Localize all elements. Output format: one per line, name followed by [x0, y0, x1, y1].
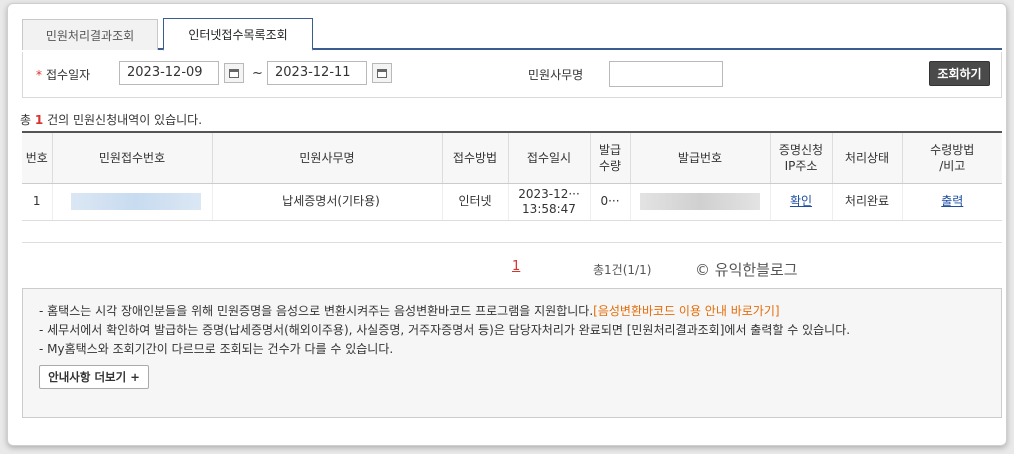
cell-method: 인터넷 [441, 183, 508, 221]
cell-status: 처리완료 [831, 183, 902, 221]
cell-ip: 확인 [769, 183, 832, 221]
header-receipt-no: 민원접수번호 [51, 131, 212, 184]
table-header-row: 번호 민원접수번호 민원사무명 접수방법 접수일시 발급 수량 발급번호 증명신청… [22, 131, 1002, 184]
divider [22, 242, 1002, 243]
header-service: 민원사무명 [211, 131, 442, 184]
notice-line-3: - My홈택스와 조회기간이 다르므로 조회되는 건수가 다를 수 있습니다. [39, 342, 394, 356]
calendar-to-icon[interactable] [372, 63, 392, 83]
header-status: 처리상태 [831, 131, 902, 184]
count-suffix: 건의 민원신청내역이 있습니다. [47, 113, 203, 127]
cell-receipt-no [51, 183, 212, 221]
cell-qty: 0··· [589, 183, 630, 221]
search-form: * 접수일자 2023-12-09 ~ 2023-12-11 민원사무명 조회하… [22, 52, 1002, 98]
query-button[interactable]: 조회하기 [929, 61, 990, 86]
tab-bar: 민원처리결과조회 인터넷접수목록조회 [22, 14, 1002, 51]
notice-line-2: - 세무서에서 확인하여 발급하는 증명(납세증명서(해외이주용), 사실증명,… [39, 323, 851, 337]
header-issue-no: 발급번호 [629, 131, 770, 184]
required-mark: * [36, 68, 42, 82]
count-prefix: 총 [20, 113, 32, 127]
date-label: 접수일자 [46, 68, 91, 82]
date-to-input[interactable]: 2023-12-11 [267, 61, 367, 85]
date-from-input[interactable]: 2023-12-09 [119, 61, 219, 85]
cell-no: 1 [22, 183, 52, 221]
print-link[interactable]: 출력 [941, 194, 963, 208]
table-row: 1 납세증명서(기타용) 인터넷 2023-12··· 13:58:47 0···… [22, 183, 1002, 221]
header-receive: 수령방법/비고 [901, 131, 1002, 184]
cell-service: 납세증명서(기타용) [211, 183, 442, 221]
more-notice-button[interactable]: 안내사항 더보기 + [39, 365, 149, 389]
service-name-input[interactable] [609, 61, 723, 87]
redacted-receipt-no [71, 193, 201, 210]
receipt-table: 번호 민원접수번호 민원사무명 접수방법 접수일시 발급 수량 발급번호 증명신청… [22, 131, 1002, 221]
watermark: © 유익한블로그 [695, 261, 798, 279]
header-qty: 발급 수량 [589, 131, 630, 184]
header-method: 접수방법 [441, 131, 508, 184]
service-name-label: 민원사무명 [528, 68, 584, 82]
cell-issue-no [629, 183, 770, 221]
cell-receive: 출력 [901, 183, 1002, 221]
page-info: 총1건(1/1) [593, 263, 652, 277]
tab-internet-receipt-list[interactable]: 인터넷접수목록조회 [163, 18, 313, 51]
notice-box: - 홈택스는 시각 장애인분들을 위해 민원증명을 음성으로 변환시켜주는 음성… [22, 288, 1002, 418]
barcode-guide-link[interactable]: [음성변환바코드 이용 안내 바로가기] [593, 304, 779, 318]
ip-confirm-link[interactable]: 확인 [790, 194, 812, 208]
tab-result-inquiry[interactable]: 민원처리결과조회 [22, 19, 158, 50]
header-ip: 증명신청 IP주소 [769, 131, 832, 184]
header-no: 번호 [22, 131, 52, 184]
count-number: 1 [34, 113, 44, 127]
header-datetime: 접수일시 [507, 131, 590, 184]
result-count: 총 1 건의 민원신청내역이 있습니다. [20, 111, 202, 128]
page-link-1[interactable]: 1 [512, 259, 520, 274]
main-panel: 민원처리결과조회 인터넷접수목록조회 * 접수일자 2023-12-09 ~ 2… [7, 3, 1007, 446]
calendar-from-icon[interactable] [224, 63, 244, 83]
notice-line-1: - 홈택스는 시각 장애인분들을 위해 민원증명을 음성으로 변환시켜주는 음성… [39, 304, 780, 318]
range-separator: ~ [252, 66, 263, 81]
redacted-issue-no [640, 193, 760, 210]
cell-datetime: 2023-12··· 13:58:47 [507, 183, 590, 221]
